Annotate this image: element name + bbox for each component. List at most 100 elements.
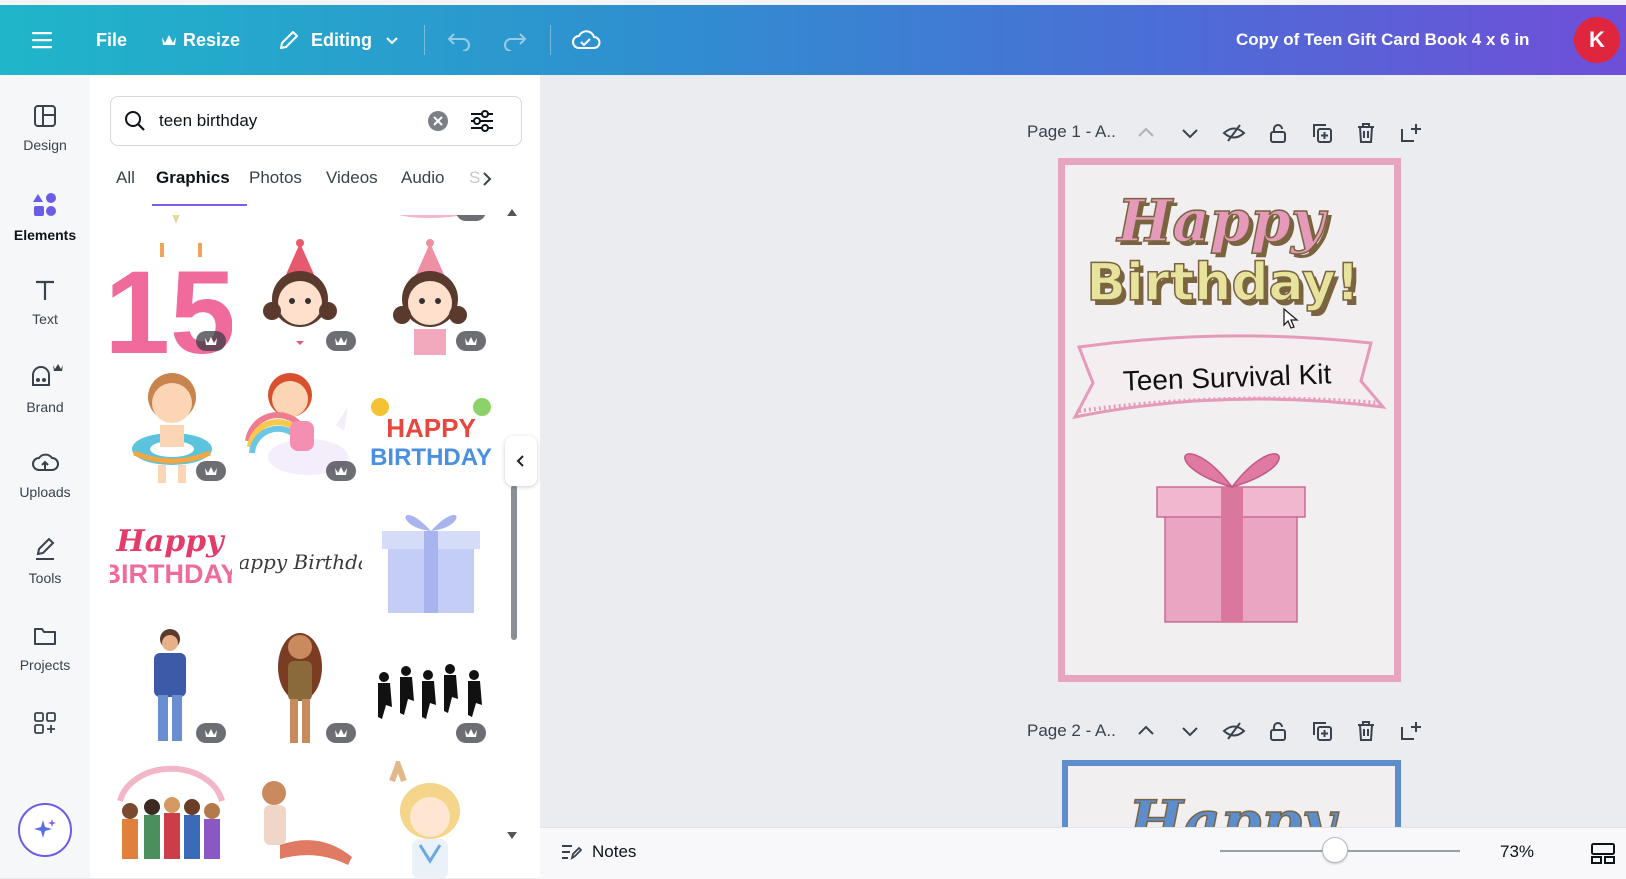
brand-icon: [32, 364, 63, 386]
page2-label[interactable]: Page 2 - A..: [1027, 721, 1116, 740]
rail-label-design: Design: [23, 137, 67, 153]
scroll-down-arrow-icon[interactable]: [506, 831, 518, 841]
collapse-panel-button[interactable]: [505, 436, 537, 486]
file-menu-button[interactable]: File: [96, 5, 127, 75]
page1-label[interactable]: Page 1 - A..: [1027, 122, 1116, 141]
avatar[interactable]: K: [1574, 17, 1620, 63]
rail-item-text[interactable]: Text: [0, 277, 90, 327]
trash-icon[interactable]: [1354, 121, 1378, 145]
chevron-left-icon: [516, 455, 524, 467]
graphic-item[interactable]: [370, 497, 492, 619]
clear-search-button[interactable]: [428, 111, 448, 131]
graphic-item[interactable]: Happy Birthday: [220, 497, 382, 619]
tab-videos[interactable]: Videos: [326, 168, 378, 188]
graphic-item[interactable]: [240, 365, 362, 487]
graphic-item[interactable]: [370, 756, 492, 878]
grid-view-icon[interactable]: [1590, 841, 1616, 865]
scrollbar-thumb[interactable]: [511, 485, 517, 640]
balloon-letters-graphic: HAPPY BIRTHDAY: [370, 398, 492, 471]
rail-item-design[interactable]: Design: [0, 103, 90, 153]
document-title[interactable]: Copy of Teen Gift Card Book 4 x 6 in: [1236, 5, 1529, 75]
hamburger-icon: [32, 32, 52, 49]
panel-scrollbar[interactable]: [506, 207, 518, 857]
apps-icon: [34, 712, 56, 734]
graphic-item[interactable]: [370, 235, 492, 357]
graphic-item[interactable]: [110, 627, 232, 749]
resize-label: Resize: [183, 29, 241, 50]
scroll-up-arrow-icon[interactable]: [506, 207, 518, 217]
magic-assistant-button[interactable]: [18, 803, 72, 857]
rail-item-tools[interactable]: Tools: [0, 536, 90, 586]
search-box[interactable]: teen birthday: [110, 96, 522, 146]
page1-card[interactable]: Happy Happy Birthday! Birthday! Teen Sur…: [1058, 158, 1401, 682]
graphic-item[interactable]: 15: [110, 235, 236, 379]
chevron-right-icon[interactable]: [480, 170, 494, 188]
notes-button[interactable]: Notes: [560, 842, 636, 862]
crown-icon: [335, 729, 347, 737]
add-page-icon[interactable]: [1398, 121, 1422, 145]
anime-girl-waving-graphic: [389, 756, 460, 878]
rail-label-brand: Brand: [26, 399, 64, 415]
undo-icon: [447, 33, 470, 51]
graphic-item[interactable]: HAPPY BIRTHDAY: [370, 365, 492, 487]
rail-item-projects[interactable]: Projects: [0, 623, 90, 673]
redo-button[interactable]: [502, 5, 528, 75]
chevron-up-icon[interactable]: [1134, 719, 1158, 743]
crown-icon: [335, 467, 347, 475]
graphic-item[interactable]: [110, 215, 232, 225]
cloud-check-icon: [572, 30, 601, 49]
chevron-up-icon[interactable]: [1134, 121, 1158, 145]
balloon-happy-text: HAPPY: [386, 413, 476, 443]
graphic-item[interactable]: [370, 215, 492, 225]
rail-item-uploads[interactable]: Uploads: [0, 450, 90, 500]
sparkle-icon: [34, 819, 56, 838]
premium-crown-badge: [326, 461, 356, 481]
tab-audio[interactable]: Audio: [401, 168, 444, 188]
crown-icon: [464, 215, 478, 216]
graphics-grid: 15 HAPPY BIRTHDAY Happy BIRTHDAY ppy Bir…: [110, 215, 500, 878]
tab-graphics[interactable]: Graphics: [156, 168, 230, 188]
active-tab-indicator: [152, 204, 247, 206]
menu-button[interactable]: [30, 5, 54, 75]
rail-item-elements[interactable]: Elements: [0, 191, 90, 243]
editing-mode-dropdown[interactable]: Editing: [277, 5, 400, 75]
toolbar-divider: [424, 25, 425, 55]
zoom-slider-handle[interactable]: [1322, 837, 1348, 863]
chevron-down-icon[interactable]: [1178, 121, 1202, 145]
lock-icon[interactable]: [1266, 121, 1290, 145]
chevron-down-icon[interactable]: [1178, 719, 1202, 743]
graphic-item[interactable]: Happy BIRTHDAY: [110, 497, 239, 619]
duplicate-page-icon[interactable]: [1310, 121, 1334, 145]
add-page-icon[interactable]: [1398, 719, 1422, 743]
search-input[interactable]: teen birthday: [159, 111, 257, 131]
chevron-down-icon: [386, 37, 398, 45]
page1-header: Page 1 - A..: [1027, 122, 1116, 142]
hide-page-icon[interactable]: [1222, 121, 1246, 145]
rail-label-text: Text: [32, 311, 58, 327]
rail-item-brand[interactable]: Brand: [0, 361, 90, 415]
page1-actions: [1134, 121, 1422, 145]
graphic-item[interactable]: [110, 761, 232, 878]
tab-photos[interactable]: Photos: [249, 168, 302, 188]
filter-button[interactable]: [469, 109, 495, 138]
graphic-item[interactable]: [240, 627, 362, 749]
tab-more[interactable]: S: [469, 168, 480, 188]
tab-all[interactable]: All: [116, 168, 135, 188]
script-happy-birthday-text: Happy Birthday: [240, 550, 362, 574]
resize-button[interactable]: Resize: [161, 5, 240, 75]
graphic-item[interactable]: [240, 235, 362, 357]
cloud-save-button[interactable]: [571, 5, 601, 75]
duplicate-page-icon[interactable]: [1310, 719, 1334, 743]
premium-crown-badge: [326, 331, 356, 351]
graphic-item[interactable]: [110, 365, 232, 487]
graphic-item[interactable]: [240, 761, 362, 878]
graphic-item[interactable]: [370, 627, 492, 749]
undo-button[interactable]: [446, 5, 472, 75]
hide-page-icon[interactable]: [1222, 719, 1246, 743]
rail-item-apps[interactable]: [0, 710, 90, 744]
happy-birthday-bold-graphic: Happy BIRTHDAY: [110, 524, 239, 589]
rail-label-elements: Elements: [13, 227, 77, 243]
trash-icon[interactable]: [1354, 719, 1378, 743]
lock-icon[interactable]: [1266, 719, 1290, 743]
zoom-percentage[interactable]: 73%: [1500, 842, 1534, 862]
